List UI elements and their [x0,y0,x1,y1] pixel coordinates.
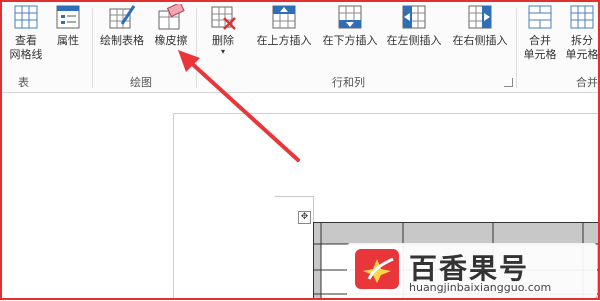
annotation-arrow [178,50,300,162]
